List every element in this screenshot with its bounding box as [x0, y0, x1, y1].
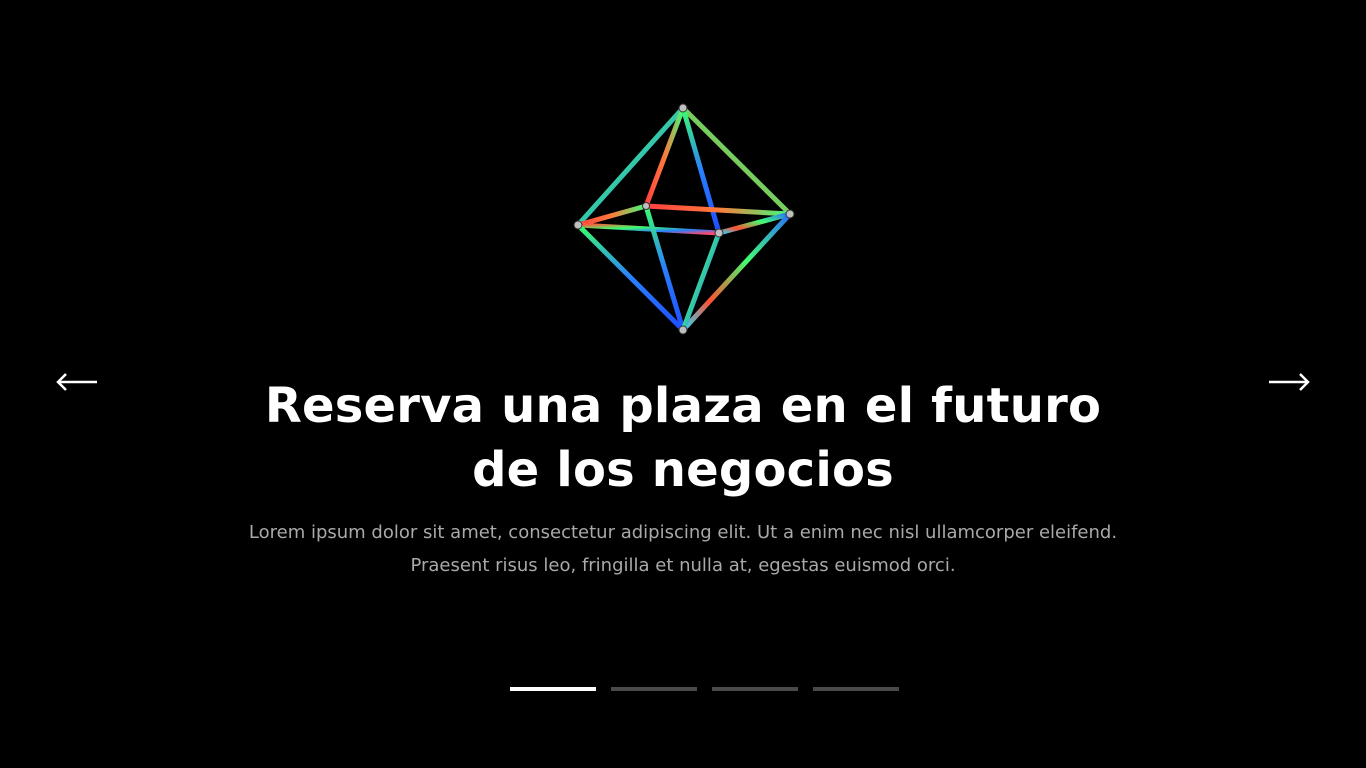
pagination-bullet-4[interactable] — [813, 687, 899, 691]
pagination-bullet-1[interactable] — [510, 687, 596, 691]
slide-description: Lorem ipsum dolor sit amet, consectetur … — [248, 522, 1118, 576]
octahedron-wireframe-icon — [563, 98, 803, 343]
prev-slide-button[interactable] — [53, 362, 101, 402]
slider-pagination — [510, 687, 899, 691]
pagination-bullet-2[interactable] — [611, 687, 697, 691]
hero-slider: Reserva una plaza en el futuro de los ne… — [0, 0, 1366, 768]
arrow-right-icon — [1267, 372, 1311, 392]
next-slide-button[interactable] — [1265, 362, 1313, 402]
pagination-bullet-3[interactable] — [712, 687, 798, 691]
slide-title: Reserva una plaza en el futuro de los ne… — [264, 378, 1102, 498]
arrow-left-icon — [55, 372, 99, 392]
